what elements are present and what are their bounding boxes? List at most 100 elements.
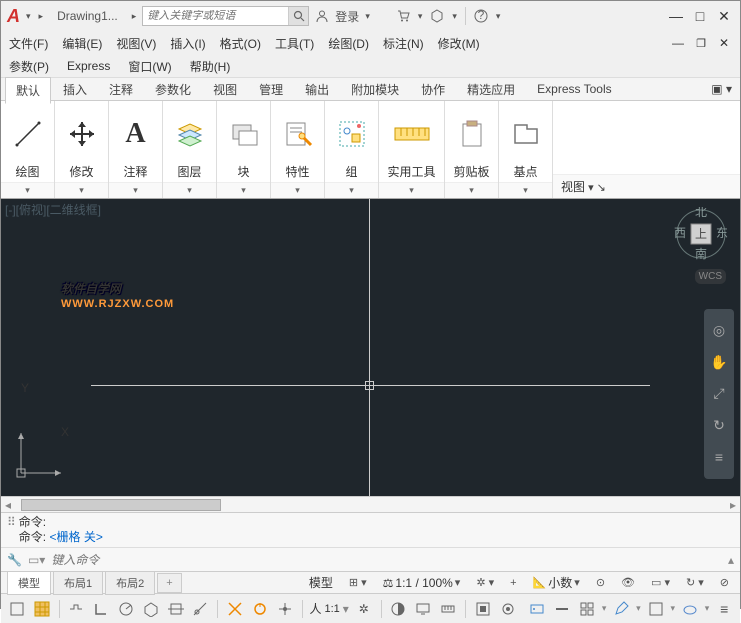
tab-manage[interactable]: 管理 xyxy=(249,77,293,102)
tab-addons[interactable]: 附加模块 xyxy=(341,77,409,102)
layout-tab-add[interactable]: + xyxy=(157,573,181,593)
menu-modify[interactable]: 修改(M) xyxy=(438,35,480,52)
help-icon[interactable]: ? xyxy=(472,7,490,25)
menu-edit[interactable]: 编辑(E) xyxy=(62,35,102,52)
layout-tab-2[interactable]: 布局2 xyxy=(105,571,155,595)
menu-tools[interactable]: 工具(T) xyxy=(275,35,314,52)
maximize-button[interactable]: □ xyxy=(690,6,710,26)
search-button[interactable] xyxy=(288,7,308,25)
command-input[interactable] xyxy=(51,553,722,567)
cmd-recent-icon[interactable]: ▴ xyxy=(728,553,734,567)
autodesk-icon[interactable] xyxy=(428,7,446,25)
panel-utilities[interactable]: 实用工具 ▾ xyxy=(379,101,445,198)
layout-tab-1[interactable]: 布局1 xyxy=(53,571,103,595)
menu-file[interactable]: 文件(F) xyxy=(9,35,48,52)
tab-default[interactable]: 默认 xyxy=(5,77,51,104)
tab-parametric[interactable]: 参数化 xyxy=(145,77,201,102)
ucs-icon[interactable]: Y X xyxy=(15,429,65,482)
cmd-prompt-icon[interactable]: ▭▾ xyxy=(28,553,45,567)
tab-annotate[interactable]: 注释 xyxy=(99,77,143,102)
layout-tab-model[interactable]: 模型 xyxy=(7,571,51,595)
menu-window[interactable]: 窗口(W) xyxy=(128,58,171,75)
doc-minimize-button[interactable]: — xyxy=(668,33,688,53)
panel-layer-dropdown[interactable]: ▾ xyxy=(163,182,216,198)
viewport-label[interactable]: [-][俯视][二维线框] xyxy=(5,201,101,218)
panel-datum-dropdown[interactable]: ▾ xyxy=(499,182,552,198)
status-box-icon[interactable]: ▭ ▾ xyxy=(646,574,675,591)
panel-draw[interactable]: 绘图 ▾ xyxy=(1,101,55,198)
user-icon[interactable] xyxy=(313,7,331,25)
search-input[interactable] xyxy=(143,10,288,22)
menu-dimension[interactable]: 标注(N) xyxy=(383,35,424,52)
menu-express[interactable]: Express xyxy=(67,59,110,73)
panel-annotation[interactable]: A 注释 ▾ xyxy=(109,101,163,198)
menu-format[interactable]: 格式(O) xyxy=(220,35,261,52)
autodesk-dropdown[interactable]: ▾ xyxy=(450,11,459,22)
tab-featured[interactable]: 精选应用 xyxy=(457,77,525,102)
status-scale[interactable]: ⚖1:1 / 100% ▾ xyxy=(378,574,466,592)
close-button[interactable]: ✕ xyxy=(714,6,734,26)
panel-view-label[interactable]: 视图 ▾ ↘ xyxy=(553,174,740,198)
cmd-grip-icon[interactable]: ⠿ xyxy=(7,515,15,545)
status-model-button[interactable]: 模型 xyxy=(304,572,338,593)
panel-block[interactable]: 块 ▾ xyxy=(217,101,271,198)
ribbon-collapse[interactable]: ▣ ▾ xyxy=(703,78,740,100)
doc-restore-button[interactable]: ❐ xyxy=(691,33,711,53)
viewcube[interactable]: 上北南西东 xyxy=(674,207,728,261)
doc-dropdown[interactable]: ▸ xyxy=(130,11,139,22)
panel-draw-dropdown[interactable]: ▾ xyxy=(1,182,54,198)
customize-icon[interactable]: 🔧 xyxy=(7,553,22,567)
cart-icon[interactable] xyxy=(394,7,412,25)
status-eye-icon[interactable]: 👁 xyxy=(616,574,640,591)
panel-block-dropdown[interactable]: ▾ xyxy=(217,182,270,198)
search-box[interactable] xyxy=(142,6,309,26)
nav-wheel-icon[interactable]: ◎ xyxy=(709,321,729,341)
tab-collab[interactable]: 协作 xyxy=(411,77,455,102)
menu-view[interactable]: 视图(V) xyxy=(116,35,156,52)
nav-orbit-icon[interactable]: ↻ xyxy=(709,416,729,436)
status-decimal[interactable]: 📐 小数 ▾ xyxy=(528,572,585,593)
status-refresh-icon[interactable]: ↻ ▾ xyxy=(681,574,709,591)
tab-output[interactable]: 输出 xyxy=(295,77,339,102)
status-plus-icon[interactable]: + xyxy=(505,575,521,591)
minimize-button[interactable]: — xyxy=(666,6,686,26)
tab-express-tools[interactable]: Express Tools xyxy=(527,78,621,100)
horizontal-scrollbar[interactable]: ◂ ▸ xyxy=(1,496,740,512)
panel-clipboard-dropdown[interactable]: ▾ xyxy=(445,182,498,198)
nav-more-icon[interactable]: ≡ xyxy=(709,447,729,467)
wcs-label[interactable]: WCS xyxy=(695,269,726,284)
scrollbar-thumb[interactable] xyxy=(21,499,221,511)
doc-close-button[interactable]: ✕ xyxy=(714,33,734,53)
menu-insert[interactable]: 插入(I) xyxy=(170,35,205,52)
panel-properties[interactable]: 特性 ▾ xyxy=(271,101,325,198)
panel-props-dropdown[interactable]: ▾ xyxy=(271,182,324,198)
login-dropdown[interactable]: ▾ xyxy=(363,11,372,22)
panel-utility-dropdown[interactable]: ▾ xyxy=(379,182,444,198)
nav-pan-icon[interactable]: ✋ xyxy=(709,352,729,372)
panel-layer[interactable]: 图层 ▾ xyxy=(163,101,217,198)
panel-group[interactable]: 组 ▾ xyxy=(325,101,379,198)
document-title[interactable]: Drawing1... xyxy=(49,9,126,23)
nav-zoom-icon[interactable]: ⤢ xyxy=(709,384,729,404)
panel-modify-dropdown[interactable]: ▾ xyxy=(55,182,108,198)
panel-annot-dropdown[interactable]: ▾ xyxy=(109,182,162,198)
status-pin-icon[interactable]: ⊘ xyxy=(715,574,734,591)
menu-help[interactable]: 帮助(H) xyxy=(190,58,231,75)
drawing-canvas[interactable]: [-][俯视][二维线框] 软件自学网 WWW.RJZXW.COM 上北南西东 … xyxy=(1,199,740,496)
menu-draw[interactable]: 绘图(D) xyxy=(328,35,369,52)
menu-parametric[interactable]: 参数(P) xyxy=(9,58,49,75)
panel-modify[interactable]: 修改 ▾ xyxy=(55,101,109,198)
panel-group-dropdown[interactable]: ▾ xyxy=(325,182,378,198)
status-gear-icon[interactable]: ✲ ▾ xyxy=(471,574,499,591)
navigation-bar[interactable]: ◎ ✋ ⤢ ↻ ≡ xyxy=(704,309,734,479)
panel-clipboard[interactable]: 剪贴板 ▾ xyxy=(445,101,499,198)
cart-dropdown[interactable]: ▾ xyxy=(416,11,425,22)
tab-view[interactable]: 视图 xyxy=(203,77,247,102)
status-grid-icon[interactable]: ⊞ ▾ xyxy=(344,574,372,591)
status-target-icon[interactable]: ⊙ xyxy=(591,574,610,591)
app-menu-dropdown[interactable]: ▾ xyxy=(24,11,33,22)
tab-insert[interactable]: 插入 xyxy=(53,77,97,102)
login-link[interactable]: 登录 xyxy=(335,8,359,25)
help-dropdown[interactable]: ▾ xyxy=(494,11,503,22)
panel-datum[interactable]: 基点 ▾ xyxy=(499,101,553,198)
